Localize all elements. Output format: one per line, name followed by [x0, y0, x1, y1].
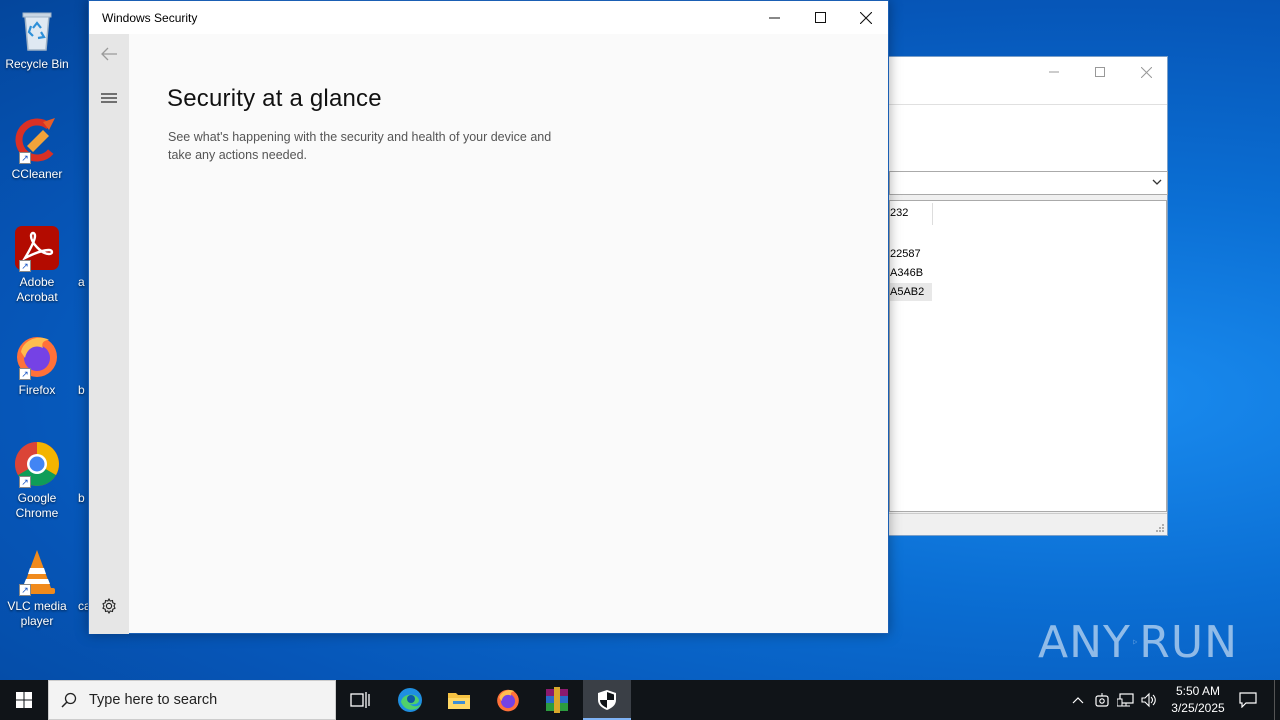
page-title: Security at a glance: [167, 85, 382, 112]
search-input[interactable]: [89, 692, 319, 708]
watermark-text-right: RUN: [1139, 616, 1238, 668]
desktop-icon-adobe-acrobat[interactable]: ↗ Adobe Acrobat: [4, 224, 70, 305]
close-icon: [860, 11, 872, 24]
show-desktop-button[interactable]: [1274, 680, 1280, 720]
background-window-panel: [889, 105, 1167, 171]
clock-time: 5:50 AM: [1175, 684, 1221, 698]
desktop-icon-label: Firefox: [18, 383, 56, 397]
recycle-bin-icon: [13, 6, 61, 54]
back-arrow-icon: [101, 47, 117, 61]
desktop-icon-label: VLC media player: [7, 599, 67, 628]
chevron-down-icon: [1152, 179, 1162, 185]
taskbar-winrar[interactable]: [533, 680, 581, 720]
notification-icon: [1239, 692, 1257, 708]
hamburger-menu-icon: [101, 93, 117, 103]
folder-icon: [448, 693, 470, 709]
chrome-icon: ↗: [13, 440, 61, 488]
minimize-button[interactable]: [751, 1, 797, 34]
maximize-icon: [814, 12, 826, 23]
network-button[interactable]: [1114, 680, 1138, 720]
taskbar-firefox[interactable]: [484, 680, 532, 720]
desktop-icon-label: Adobe Acrobat: [16, 275, 58, 304]
list-item[interactable]: 232: [890, 204, 908, 222]
taskbar-windows-security[interactable]: [583, 680, 631, 720]
minimize-icon: [768, 17, 780, 19]
desktop-icon-ccleaner[interactable]: ↗ CCleaner: [4, 116, 70, 182]
maximize-icon: [1095, 67, 1105, 77]
play-logo-icon: [1133, 639, 1138, 645]
desktop-icon-recycle-bin[interactable]: Recycle Bin: [4, 6, 70, 72]
action-center-button[interactable]: [1236, 680, 1260, 720]
meet-now-icon: [1095, 693, 1109, 707]
firefox-icon: ↗: [13, 332, 61, 380]
minimize-icon: [1049, 71, 1059, 73]
desktop-icon-vlc[interactable]: ↗ VLC media player: [4, 548, 70, 629]
window-titlebar[interactable]: Windows Security: [89, 1, 888, 34]
close-icon: [1140, 66, 1152, 78]
clock-date: 3/25/2025: [1171, 701, 1225, 715]
maximize-button[interactable]: [797, 1, 843, 34]
close-button[interactable]: [1123, 57, 1169, 87]
start-button[interactable]: [0, 680, 48, 720]
adobe-acrobat-icon: ↗: [13, 224, 61, 272]
search-icon: [61, 692, 77, 708]
gear-icon: [102, 598, 116, 614]
taskbar: 5:50 AM 3/25/2025: [0, 680, 1280, 720]
winrar-icon: [546, 687, 568, 713]
windows-security-window[interactable]: Windows Security Security at a glance Se…: [88, 0, 889, 634]
anyrun-watermark: ANY RUN: [1038, 610, 1238, 674]
close-button[interactable]: [843, 1, 889, 34]
desktop-icon-label: Recycle Bin: [5, 57, 69, 71]
page-description: See what's happening with the security a…: [168, 130, 552, 162]
background-window[interactable]: 232 22587 A346B A5AB2: [888, 56, 1168, 536]
taskbar-search[interactable]: [48, 680, 336, 720]
minimize-button[interactable]: [1031, 57, 1077, 87]
desktop-icon-label: CCleaner: [11, 167, 63, 181]
task-view-button[interactable]: [336, 680, 384, 720]
ccleaner-icon: ↗: [13, 116, 61, 164]
volume-button[interactable]: [1138, 680, 1162, 720]
list-item[interactable]: A346B: [890, 264, 923, 282]
maximize-button[interactable]: [1077, 57, 1123, 87]
navigation-sidebar: [89, 34, 129, 634]
partial-desktop-label: a: [78, 275, 85, 289]
volume-icon: [1141, 692, 1156, 708]
list-item[interactable]: A5AB2: [890, 283, 932, 301]
windows-logo-icon: [16, 692, 32, 708]
desktop-icon-label: Google Chrome: [15, 491, 59, 520]
firefox-icon: [497, 689, 519, 712]
taskbar-file-explorer[interactable]: [435, 680, 483, 720]
partial-desktop-label: b: [78, 383, 85, 397]
show-hidden-icons-button[interactable]: [1066, 680, 1090, 720]
tray-app-button[interactable]: [1090, 680, 1114, 720]
taskbar-clock[interactable]: 5:50 AM 3/25/2025: [1162, 683, 1234, 717]
window-title: Windows Security: [102, 11, 198, 25]
back-button[interactable]: [89, 34, 129, 74]
watermark-text-left: ANY: [1038, 616, 1131, 668]
menu-button[interactable]: [89, 78, 129, 118]
status-bar: [889, 513, 1167, 535]
resize-grip-icon[interactable]: [1155, 523, 1165, 533]
column-separator: [932, 203, 933, 225]
settings-button[interactable]: [89, 586, 129, 626]
result-list[interactable]: 232 22587 A346B A5AB2: [889, 200, 1167, 512]
taskbar-edge[interactable]: [386, 680, 434, 720]
shield-icon: [598, 690, 616, 710]
chevron-up-icon: [1072, 697, 1084, 704]
network-icon: [1117, 693, 1134, 707]
vlc-icon: ↗: [13, 548, 61, 596]
desktop-icon-firefox[interactable]: ↗ Firefox: [4, 332, 70, 398]
partial-desktop-label: b: [78, 491, 85, 505]
list-item[interactable]: 22587: [890, 245, 921, 263]
desktop-icon-google-chrome[interactable]: ↗ Google Chrome: [4, 440, 70, 521]
background-window-titlebar[interactable]: [889, 57, 1167, 105]
dropdown[interactable]: [889, 171, 1168, 195]
task-view-icon: [350, 692, 370, 708]
edge-icon: [398, 688, 422, 712]
